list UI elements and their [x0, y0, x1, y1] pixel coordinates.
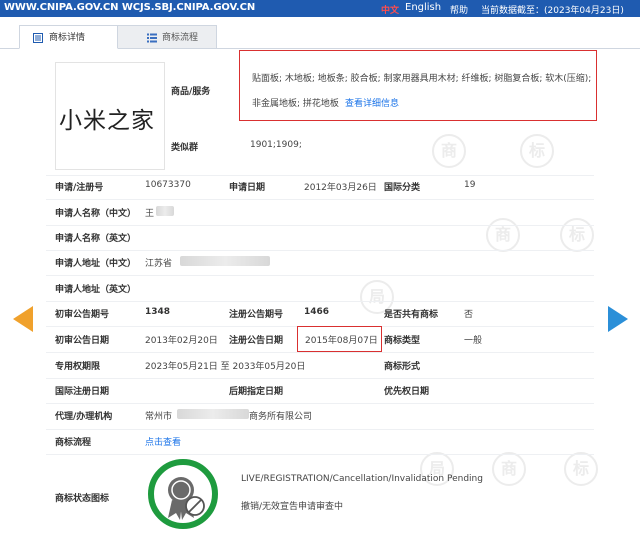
intl-class-value: 19 — [464, 180, 476, 190]
mark-form-label: 商标形式 — [384, 362, 421, 372]
exclusive-period-value: 2023年05月21日 至 2033年05月20日 — [145, 362, 306, 372]
watermark-icon: 商 — [492, 452, 526, 486]
row-divider — [46, 175, 594, 176]
status-seal-icon — [148, 459, 218, 529]
watermark-icon: 标 — [520, 134, 554, 168]
row-divider — [46, 352, 594, 353]
goods-label: 商品/服务 — [171, 87, 211, 97]
agent-value-prefix: 常州市 — [145, 412, 173, 422]
prelim-issue-value: 1348 — [145, 307, 171, 317]
list-icon — [147, 33, 157, 43]
app-date-label: 申请日期 — [229, 183, 266, 193]
reg-date-label: 注册公告日期 — [229, 336, 284, 346]
tab-trademark-details[interactable]: 商标详情 — [19, 25, 118, 49]
prelim-date-value: 2013年02月20日 — [145, 336, 218, 346]
reg-date-value: 2015年08月07日 — [305, 336, 378, 346]
row-divider — [46, 301, 594, 302]
row-divider — [46, 225, 594, 226]
lang-english-link[interactable]: English — [405, 2, 441, 13]
status-text-en: LIVE/REGISTRATION/Cancellation/Invalidat… — [241, 474, 483, 484]
redacted-blur — [156, 206, 174, 216]
applicant-cn-value: 王 — [145, 209, 155, 219]
applicant-en-label: 申请人名称（英文） — [55, 234, 137, 244]
shared-mark-label: 是否共有商标 — [384, 310, 439, 320]
goods-line-1: 贴面板; 木地板; 地板条; 胶合板; 制家用器具用木材; 纤维板; 树脂复合板… — [252, 74, 592, 84]
row-divider — [46, 275, 594, 276]
tab-trademark-process[interactable]: 商标流程 — [118, 25, 217, 49]
later-date-label: 后期指定日期 — [229, 387, 284, 397]
process-label: 商标流程 — [55, 438, 92, 448]
trademark-logo-text: 小米之家 — [59, 108, 155, 134]
exclusive-period-label: 专用权期限 — [55, 362, 101, 372]
row-divider — [46, 378, 594, 379]
row-divider — [46, 429, 594, 430]
goods-line-2: 非金属地板; 拼花地板 — [252, 99, 339, 109]
applicant-cn-label: 申请人名称（中文） — [55, 209, 137, 219]
address-en-label: 申请人地址（英文） — [55, 285, 137, 295]
view-process-link[interactable]: 点击查看 — [145, 435, 181, 448]
site-domains[interactable]: WWW.CNIPA.GOV.CN WCJS.SBJ.CNIPA.GOV.CN — [4, 2, 255, 13]
top-bar: WWW.CNIPA.GOV.CN WCJS.SBJ.CNIPA.GOV.CN 中… — [0, 0, 640, 17]
row-divider — [46, 199, 594, 200]
tab-label: 商标详情 — [49, 33, 86, 43]
reg-number-value: 10673370 — [145, 180, 191, 190]
shared-mark-value: 否 — [464, 310, 474, 320]
data-cutoff-date: 当前数据截至：(2023年04月23日) — [481, 6, 624, 16]
watermark-icon: 标 — [560, 218, 594, 252]
row-divider — [46, 454, 594, 455]
mark-type-label: 商标类型 — [384, 336, 421, 346]
app-date-value: 2012年03月26日 — [304, 183, 377, 193]
document-icon — [33, 33, 43, 43]
watermark-icon: 商 — [432, 134, 466, 168]
lang-chinese-link[interactable]: 中文 — [381, 3, 399, 16]
reg-issue-value: 1466 — [304, 307, 330, 317]
address-cn-label: 申请人地址（中文） — [55, 259, 137, 269]
mark-type-value: 一般 — [464, 336, 483, 346]
redacted-blur — [180, 256, 270, 266]
help-link[interactable]: 帮助 — [450, 3, 468, 16]
intl-class-label: 国际分类 — [384, 183, 421, 193]
agent-value-suffix: 商务所有限公司 — [249, 412, 313, 422]
prelim-issue-label: 初审公告期号 — [55, 310, 110, 320]
status-text-zh: 撤销/无效宣告申请审查中 — [241, 502, 344, 512]
reg-number-label: 申请/注册号 — [55, 183, 104, 193]
next-arrow-icon[interactable] — [608, 306, 628, 332]
redacted-blur — [177, 409, 249, 419]
watermark-icon: 标 — [564, 452, 598, 486]
trademark-image: 小米之家 — [55, 62, 165, 170]
reg-issue-label: 注册公告期号 — [229, 310, 284, 320]
priority-date-label: 优先权日期 — [384, 387, 430, 397]
tab-label: 商标流程 — [162, 33, 199, 43]
address-cn-value: 江苏省 — [145, 259, 173, 269]
watermark-icon: 商 — [486, 218, 520, 252]
status-label: 商标状态图标 — [55, 494, 110, 504]
previous-arrow-icon[interactable] — [13, 306, 33, 332]
goods-highlight-box — [239, 50, 597, 121]
row-divider — [46, 403, 594, 404]
agent-label: 代理/办理机构 — [55, 412, 113, 422]
similar-group-value: 1901;1909; — [250, 140, 302, 150]
similar-group-label: 类似群 — [171, 143, 199, 153]
tab-bar: 商标详情 商标流程 — [0, 25, 640, 49]
intl-reg-date-label: 国际注册日期 — [55, 387, 110, 397]
view-details-link[interactable]: 查看详细信息 — [345, 96, 399, 109]
row-divider — [46, 250, 594, 251]
prelim-date-label: 初审公告日期 — [55, 336, 110, 346]
